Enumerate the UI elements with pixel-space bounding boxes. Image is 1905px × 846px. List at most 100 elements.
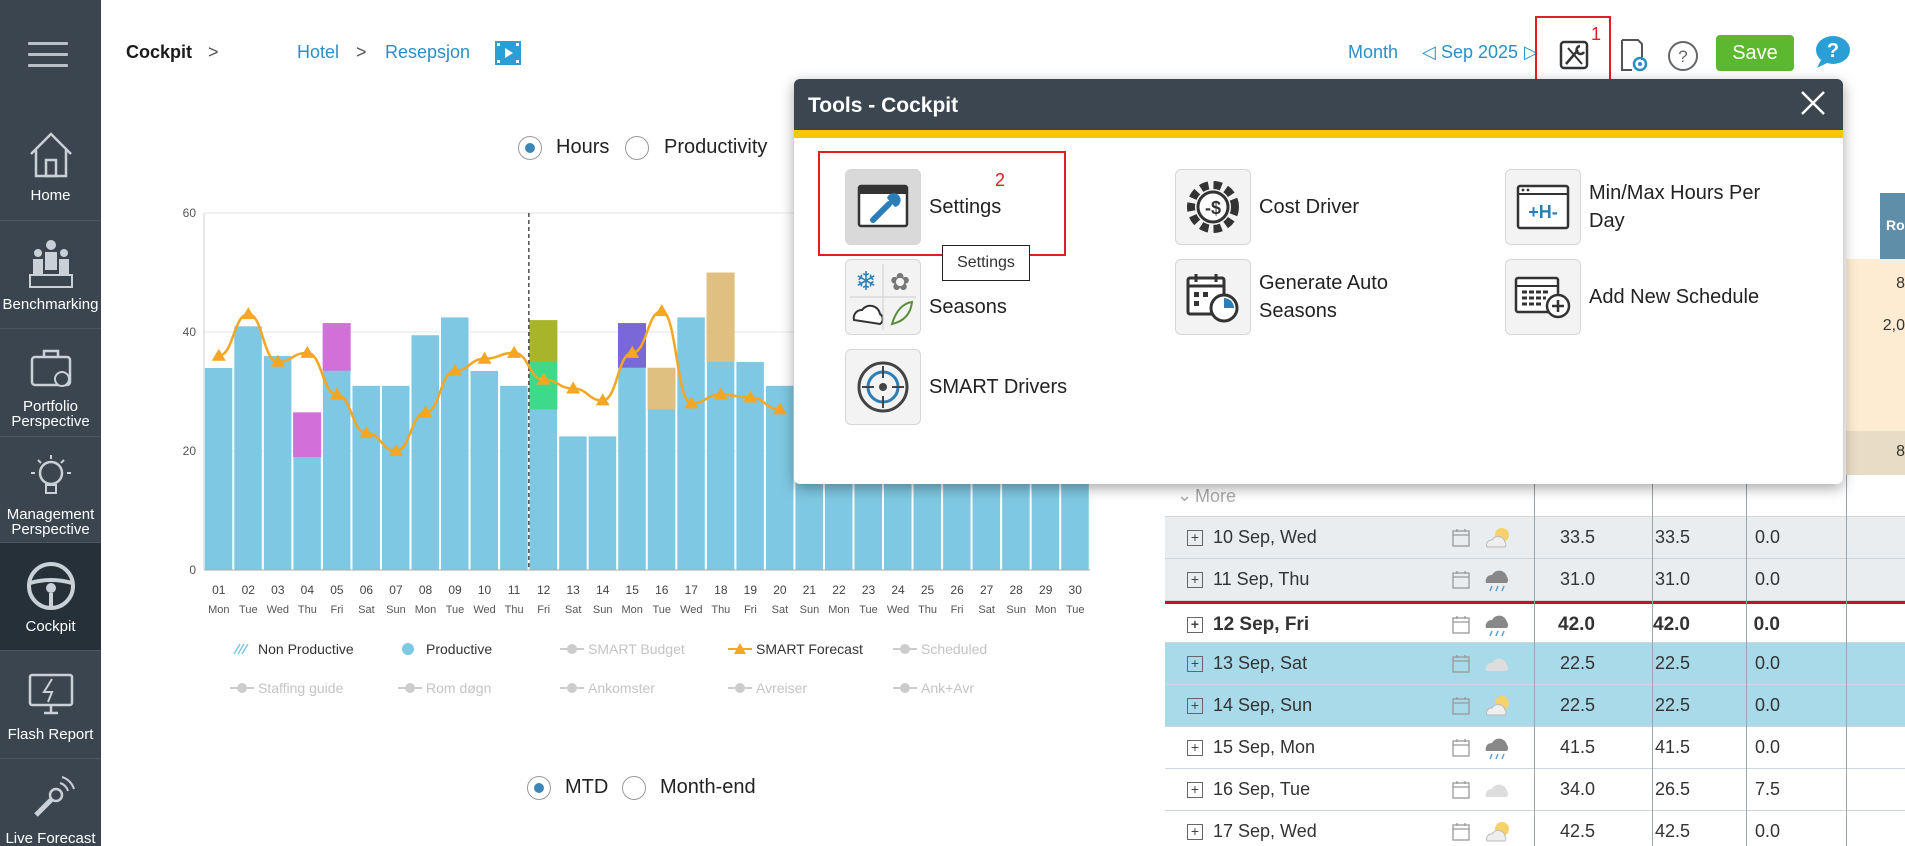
bar-productive — [588, 435, 617, 571]
legend-label: SMART Forecast — [756, 641, 863, 657]
expand-row-icon[interactable]: + — [1187, 530, 1203, 546]
calendar-icon[interactable] — [1451, 695, 1471, 715]
expand-row-icon[interactable]: + — [1187, 698, 1203, 714]
save-button[interactable]: Save — [1716, 35, 1794, 71]
weather-rain-icon — [1483, 612, 1513, 638]
x-tick-weekday: Tue — [239, 604, 258, 616]
calendar-clock-icon — [1175, 259, 1251, 335]
table-row[interactable]: +14 Sep, Sun 22.5 22.5 0.0 — [1165, 685, 1905, 727]
calendar-icon[interactable] — [1451, 821, 1471, 841]
x-tick-weekday: Fri — [951, 604, 964, 616]
x-tick-label: 08 — [419, 583, 433, 597]
x-tick-label: 26 — [950, 583, 964, 597]
calendar-icon[interactable] — [1451, 527, 1471, 547]
legend-label: SMART Budget — [588, 641, 685, 657]
table-row[interactable]: +16 Sep, Tue 34.0 26.5 7.5 — [1165, 769, 1905, 811]
dialog-title: Tools - Cockpit — [808, 94, 959, 117]
breadcrumb-hotel[interactable]: Hotel — [297, 42, 339, 63]
sidebar-item-home[interactable]: Home — [0, 110, 101, 220]
hamburger-menu-icon[interactable] — [28, 42, 68, 72]
table-row[interactable]: +17 Sep, Wed 42.5 42.5 0.0 — [1165, 811, 1905, 846]
productivity-radio[interactable] — [625, 136, 649, 160]
legend-item[interactable]: Rom døgn — [398, 680, 491, 696]
x-tick-weekday: Sun — [386, 604, 406, 616]
row-date: 14 Sep, Sun — [1213, 695, 1313, 715]
x-tick-label: 24 — [891, 583, 905, 597]
table-row[interactable]: +11 Sep, Thu 31.0 31.0 0.0 — [1165, 559, 1905, 601]
breadcrumb-resepsjon[interactable]: Resepsjon — [385, 42, 470, 63]
weather-sun-cloud-icon — [1483, 819, 1513, 845]
expand-row-icon[interactable]: + — [1187, 617, 1203, 633]
bar-productive — [351, 385, 381, 571]
x-tick-weekday: Tue — [652, 604, 671, 616]
rom-value: 8 — [1896, 275, 1905, 292]
help-circle-icon[interactable]: ? — [1667, 40, 1699, 72]
chat-help-icon[interactable]: ? — [1813, 34, 1851, 70]
row-value: 33.5 — [1654, 527, 1690, 547]
tool-label: Seasons — [929, 296, 1007, 318]
table-row[interactable]: +10 Sep, Wed 33.5 33.5 0.0 — [1165, 517, 1905, 559]
hours-radio[interactable] — [518, 136, 542, 160]
row-value: 22.5 — [1559, 653, 1595, 673]
sidebar-item-live-forecast[interactable]: Live Forecast — [0, 758, 101, 846]
x-tick-label: 30 — [1069, 583, 1083, 597]
sidebar-item-flash-report[interactable]: Flash Report — [0, 650, 101, 758]
calendar-icon[interactable] — [1451, 779, 1471, 799]
legend-label: Productive — [426, 641, 493, 657]
expand-row-icon[interactable]: + — [1187, 740, 1203, 756]
expand-row-icon[interactable]: + — [1187, 824, 1203, 840]
legend-item[interactable]: Avreiser — [728, 680, 807, 696]
prev-month-icon[interactable]: ◁ — [1422, 42, 1436, 63]
sidebar-item-label: Flash Report — [7, 726, 94, 743]
table-row[interactable]: +12 Sep, Fri 42.0 42.0 0.0 — [1165, 601, 1905, 643]
legend-item[interactable]: Scheduled — [893, 641, 987, 657]
svg-text:?: ? — [1678, 47, 1687, 66]
dialog-accent-strip — [794, 130, 1843, 138]
expand-row-icon[interactable]: + — [1187, 572, 1203, 588]
legend-item[interactable]: Staffing guide — [230, 680, 343, 696]
table-row[interactable]: +15 Sep, Mon 41.5 41.5 0.0 — [1165, 727, 1905, 769]
row-value: 0.0 — [1753, 614, 1780, 635]
weather-sun-cloud-icon — [1483, 693, 1513, 719]
legend-item[interactable]: Ankomster — [560, 680, 655, 696]
bar-productive — [233, 325, 263, 571]
x-tick-label: 15 — [626, 583, 640, 597]
x-tick-label: 22 — [832, 583, 846, 597]
month-end-radio[interactable] — [622, 776, 646, 800]
period-type-selector[interactable]: Month — [1348, 42, 1398, 63]
calendar-icon[interactable] — [1451, 737, 1471, 757]
tool-add-new-schedule[interactable]: Add New Schedule — [1505, 259, 1759, 335]
legend-item[interactable]: SMART Forecast — [728, 641, 863, 657]
lightbulb-icon — [30, 455, 71, 494]
tool-min-max-hours[interactable]: +H- Min/Max Hours Per Day — [1505, 169, 1779, 245]
svg-text:❄: ❄ — [855, 266, 877, 296]
legend-item[interactable]: SMART Budget — [560, 641, 685, 657]
mtd-radio[interactable] — [527, 776, 551, 800]
briefcase-icon — [30, 349, 71, 387]
row-date: 10 Sep, Wed — [1213, 527, 1317, 547]
calendar-icon[interactable] — [1451, 569, 1471, 589]
film-icon[interactable] — [494, 40, 522, 66]
document-gear-icon[interactable] — [1616, 38, 1648, 72]
tool-cost-driver[interactable]: -$ Cost Driver — [1175, 169, 1359, 245]
sidebar-item-portfolio-perspective[interactable]: Portfolio Perspective — [0, 328, 101, 436]
target-icon — [845, 349, 921, 425]
sidebar-item-benchmarking[interactable]: Benchmarking — [0, 220, 101, 328]
legend-item[interactable]: Ank+Avr — [893, 680, 974, 696]
y-tick-label: 0 — [189, 563, 196, 577]
legend-item[interactable]: Non Productive — [230, 641, 354, 657]
calendar-icon[interactable] — [1451, 653, 1471, 673]
tool-smart-drivers[interactable]: SMART Drivers — [845, 349, 1067, 425]
x-tick-label: 02 — [242, 583, 256, 597]
calendar-icon[interactable] — [1451, 614, 1471, 634]
row-value: 0.0 — [1754, 569, 1780, 589]
close-icon[interactable] — [1797, 87, 1829, 119]
tool-generate-auto-seasons[interactable]: Generate Auto Seasons — [1175, 259, 1429, 335]
sidebar-item-management-perspective[interactable]: Management Perspective — [0, 436, 101, 542]
table-row[interactable]: +13 Sep, Sat 22.5 22.5 0.0 — [1165, 643, 1905, 685]
sidebar-item-cockpit[interactable]: Cockpit — [0, 542, 101, 650]
legend-label: Staffing guide — [258, 680, 344, 696]
expand-row-icon[interactable]: + — [1187, 782, 1203, 798]
expand-row-icon[interactable]: + — [1187, 656, 1203, 672]
legend-item[interactable]: Productive — [398, 641, 492, 657]
